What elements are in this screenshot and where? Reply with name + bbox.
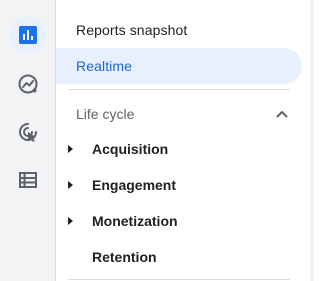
left-nav-rail	[0, 0, 56, 281]
advertising-button[interactable]	[10, 114, 46, 150]
configure-button[interactable]	[10, 162, 46, 198]
nav-item-label: Engagement	[92, 177, 177, 193]
reports-icon	[18, 25, 38, 45]
chevron-up-icon	[276, 105, 288, 123]
section-title: Life cycle	[76, 106, 135, 122]
content-edge	[310, 0, 314, 281]
nav-item-label: Realtime	[76, 58, 133, 74]
advertising-icon	[17, 121, 39, 143]
nav-item-label: Monetization	[92, 213, 178, 229]
nav-item-label: Reports snapshot	[76, 22, 188, 38]
nav-item-retention[interactable]: Retention	[56, 239, 302, 275]
caret-right-icon[interactable]	[68, 145, 92, 153]
explore-icon	[17, 73, 39, 95]
divider	[68, 279, 290, 280]
section-header-lifecycle[interactable]: Life cycle	[56, 96, 302, 132]
caret-right-icon[interactable]	[68, 217, 92, 225]
explore-button[interactable]	[10, 66, 46, 102]
caret-right-icon[interactable]	[68, 181, 92, 189]
nav-item-monetization[interactable]: Monetization	[56, 203, 302, 239]
nav-item-label: Retention	[92, 249, 157, 265]
divider	[68, 89, 290, 90]
configure-list-icon	[18, 170, 38, 190]
nav-item-realtime[interactable]: Realtime	[56, 48, 302, 84]
ga-app: Reports snapshot Realtime Life cycle Acq…	[0, 0, 314, 281]
nav-item-engagement[interactable]: Engagement	[56, 167, 302, 203]
reports-button[interactable]	[10, 17, 46, 53]
nav-item-label: Acquisition	[92, 141, 169, 157]
nav-item-acquisition[interactable]: Acquisition	[56, 131, 302, 167]
reports-nav-panel: Reports snapshot Realtime Life cycle Acq…	[56, 0, 314, 281]
nav-item-reports-snapshot[interactable]: Reports snapshot	[56, 12, 302, 48]
